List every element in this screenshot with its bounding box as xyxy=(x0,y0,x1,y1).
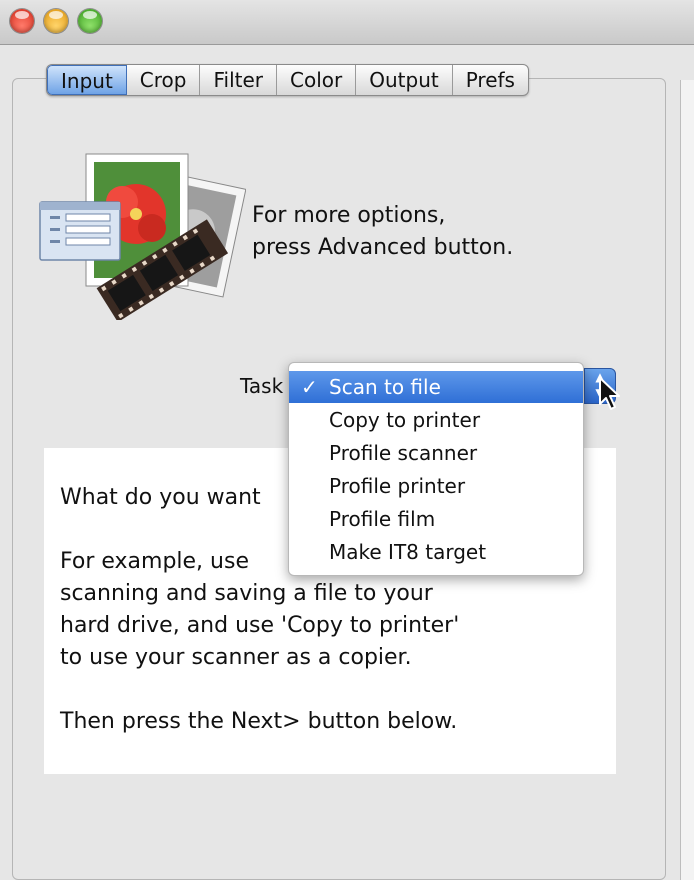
tab-input[interactable]: Input xyxy=(47,65,127,95)
tab-crop[interactable]: Crop xyxy=(127,65,201,95)
description-line: hard drive, and use 'Copy to printer' xyxy=(60,613,460,638)
tab-color[interactable]: Color xyxy=(277,65,357,95)
zoom-button-icon[interactable] xyxy=(78,9,102,33)
advanced-hint-line1: For more options, xyxy=(252,203,446,228)
checkmark-icon: ✓ xyxy=(301,375,318,399)
title-bar xyxy=(0,0,694,45)
mouse-pointer-icon xyxy=(599,377,620,410)
task-option-make-it8-target[interactable]: Make IT8 target xyxy=(289,536,583,568)
description-line: to use your scanner as a copier. xyxy=(60,645,412,670)
task-option-profile-scanner[interactable]: Profile scanner xyxy=(289,437,583,469)
task-option-profile-film[interactable]: Profile film xyxy=(289,503,583,535)
task-option-profile-printer[interactable]: Profile printer xyxy=(289,470,583,502)
tab-filter[interactable]: Filter xyxy=(200,65,278,95)
tab-output[interactable]: Output xyxy=(356,65,453,95)
scanner-media-icon xyxy=(39,153,246,320)
task-option-copy-to-printer[interactable]: Copy to printer xyxy=(289,404,583,436)
task-option-label: Scan to file xyxy=(329,375,441,399)
tab-bar: Input Crop Filter Color Output Prefs xyxy=(46,64,529,96)
description-line: What do you want xyxy=(60,485,261,510)
task-dropdown-menu: ✓ Scan to file Copy to printer Profile s… xyxy=(288,362,584,576)
tab-prefs[interactable]: Prefs xyxy=(453,65,528,95)
task-option-scan-to-file[interactable]: ✓ Scan to file xyxy=(289,371,583,403)
minimize-button-icon[interactable] xyxy=(44,9,68,33)
close-button-icon[interactable] xyxy=(10,9,34,33)
advanced-hint: For more options, press Advanced button. xyxy=(252,200,612,264)
description-line: Then press the Next> button below. xyxy=(60,709,458,734)
side-panel-edge xyxy=(680,80,694,880)
advanced-hint-line2: press Advanced button. xyxy=(252,235,514,260)
description-line: For example, use xyxy=(60,549,249,574)
task-label: Task xyxy=(240,374,284,398)
description-line: scanning and saving a file to your xyxy=(60,581,433,606)
